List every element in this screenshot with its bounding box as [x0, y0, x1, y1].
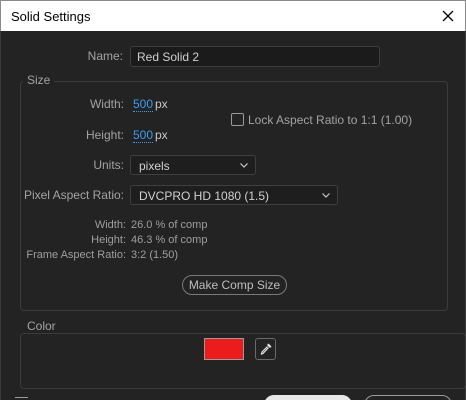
width-value[interactable]: 500 — [133, 97, 154, 112]
chevron-down-icon — [322, 193, 330, 198]
lock-aspect-checkbox[interactable] — [231, 113, 244, 126]
cancel-button[interactable] — [364, 395, 452, 400]
close-icon — [442, 10, 454, 22]
par-select[interactable]: DVCPRO HD 1080 (1.5) — [130, 185, 338, 205]
info-height-label: Height: — [91, 234, 126, 246]
height-unit: px — [155, 128, 168, 142]
height-label: Height: — [85, 128, 124, 142]
color-swatch[interactable] — [204, 338, 244, 360]
color-group-title: Color — [23, 319, 60, 333]
width-unit: px — [155, 97, 168, 111]
units-label: Units: — [93, 158, 124, 172]
info-far-value: 3:2 (1.50) — [131, 249, 179, 261]
info-width-label: Width: — [94, 219, 126, 231]
eyedropper-icon — [260, 343, 271, 355]
size-group-title: Size — [23, 73, 55, 87]
par-label: Pixel Aspect Ratio: — [23, 188, 124, 202]
lock-aspect-label[interactable]: Lock Aspect Ratio to 1:1 (1.00) — [248, 113, 412, 127]
close-button[interactable] — [437, 4, 459, 28]
par-select-value: DVCPRO HD 1080 (1.5) — [139, 189, 270, 203]
ok-button[interactable] — [264, 395, 352, 400]
name-label: Name: — [87, 49, 123, 63]
height-value[interactable]: 500 — [133, 128, 154, 143]
window-title: Solid Settings — [11, 9, 91, 24]
info-height-value: 46.3 % of comp — [131, 234, 208, 246]
make-comp-size-button[interactable]: Make Comp Size — [182, 275, 287, 295]
units-select-value: pixels — [139, 159, 170, 173]
units-select[interactable]: pixels — [130, 155, 256, 175]
width-label: Width: — [89, 97, 124, 111]
name-input[interactable]: Red Solid 2 — [130, 46, 380, 67]
title-bar: Solid Settings — [0, 0, 466, 31]
eyedropper-button[interactable] — [255, 338, 276, 360]
dialog-content: Name: Red Solid 2 Size Width: 500 px Hei… — [0, 31, 466, 400]
info-width-value: 26.0 % of comp — [131, 219, 208, 231]
chevron-down-icon — [240, 163, 248, 168]
info-far-label: Frame Aspect Ratio: — [26, 249, 126, 261]
